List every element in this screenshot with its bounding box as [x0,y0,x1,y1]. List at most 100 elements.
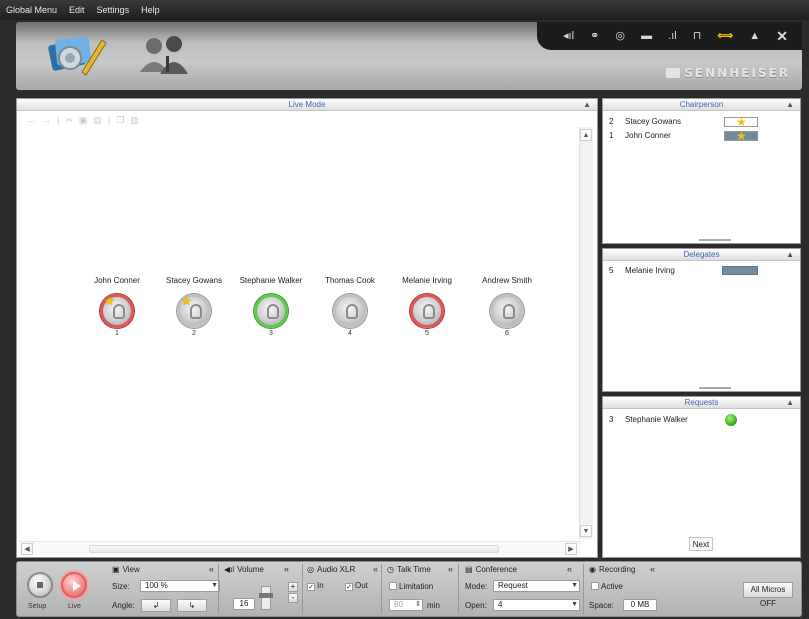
undo-icon[interactable]: ← [27,115,36,126]
delegate-5[interactable]: Melanie Irving 5 [389,276,465,337]
microphone-icon[interactable] [410,294,444,328]
microphone-icon[interactable] [490,294,524,328]
delegate-name: Melanie Irving [402,276,452,285]
conference-icon: ▤ [465,565,473,574]
vertical-scrollbar[interactable]: ▲ ▼ [579,127,593,539]
scroll-right-icon[interactable]: ▶ [565,543,577,555]
link-icon: ⚭ [590,29,600,42]
delegate-6[interactable]: Andrew Smith 6 [469,276,545,337]
recording-active-checkbox[interactable]: Active [591,582,623,591]
delegate-2[interactable]: Stacey Gowans ★ 2 [156,276,232,337]
talktime-section: ◷ Talk Time [387,565,431,574]
volume-slider[interactable] [259,586,273,610]
collapse-live-icon[interactable]: ▲ [583,99,591,111]
star-icon: ★ [736,115,747,129]
delegate-3[interactable]: Stephanie Walker 3 [233,276,309,337]
send-back-icon[interactable]: ▥ [130,115,139,126]
chair-priority-button[interactable]: ★ [724,129,758,143]
scroll-up-icon[interactable]: ▲ [580,129,592,141]
horizontal-scroll-thumb[interactable] [89,545,499,553]
mode-select[interactable]: Request ▼ [493,580,580,592]
delegate-1[interactable]: John Conner ★ 1 [79,276,155,337]
warning-icon[interactable]: ▲ [749,30,760,42]
scroll-down-icon[interactable]: ▼ [580,525,592,537]
collapse-view-icon[interactable]: « [209,564,214,574]
collapse-delegates-icon[interactable]: ▲ [786,249,794,261]
chair-priority-button[interactable]: ★ [724,115,758,129]
size-select[interactable]: 100 % ▼ [140,580,220,592]
all-micros-off-button[interactable]: All Micros OFF [743,582,793,608]
scroll-left-icon[interactable]: ◀ [21,543,33,555]
open-label: Open: [465,601,487,610]
live-mode-icon[interactable] [136,32,192,80]
talktime-unit: min [427,601,440,610]
list-item[interactable]: 2 Stacey Gowans [609,117,713,126]
rotate-right-button[interactable]: ↳ [177,599,207,612]
list-item[interactable]: 1 John Conner [609,131,713,140]
live-button[interactable] [61,572,87,598]
microphone-icon[interactable] [254,294,288,328]
collapse-conference-icon[interactable]: « [567,564,572,574]
paste-icon[interactable]: ▤ [93,115,102,126]
mode-value: Request [498,581,528,590]
menu-settings[interactable]: Settings [97,5,130,15]
view-section: ▣ View [112,565,140,574]
copy-icon[interactable]: ▣ [79,115,88,126]
audio-in-checkbox[interactable]: ✓ In [307,581,324,591]
live-label: Live [68,603,81,610]
close-icon[interactable]: ✕ [776,29,788,43]
volume-slider-knob[interactable] [259,593,273,598]
audio-title: ◎ Audio XLR [307,565,355,574]
menu-global[interactable]: Global Menu [6,5,57,15]
microphone-icon[interactable] [333,294,367,328]
lock-icon[interactable]: ⊓ [693,30,702,42]
audio-out-checkbox[interactable]: ✓ Out [345,581,368,591]
limitation-checkbox[interactable]: Limitation [389,582,433,591]
resize-handle[interactable] [699,387,731,389]
separator-icon: | [57,115,60,125]
audio-icon: ◎ [307,565,314,574]
view-icon: ▣ [112,565,120,574]
menu-help[interactable]: Help [141,5,160,15]
chevron-down-icon: ▼ [571,601,578,608]
list-item[interactable]: 5 Melanie Irving [609,266,713,275]
collapse-recording-icon[interactable]: « [650,564,655,574]
menu-edit[interactable]: Edit [69,5,85,15]
resize-handle[interactable] [699,239,731,241]
size-label: Size: [112,582,130,591]
collapse-talktime-icon[interactable]: « [448,564,453,574]
check-icon: ✓ [307,583,315,591]
seat-number: 3 [609,415,614,424]
delegate-4[interactable]: Thomas Cook 4 [312,276,388,337]
arrows-icon[interactable]: ⟺ [717,30,733,42]
speaker-icon: ◀ıl [224,565,235,574]
view-title: ▣ View [112,565,140,574]
brand-logo: SENNHEISER [666,66,790,80]
setup-mode-icon[interactable] [44,28,108,84]
recording-active-label: Active [601,582,623,591]
volume-value-field[interactable]: 16 [233,598,255,610]
list-item[interactable]: 3 Stephanie Walker [609,415,713,424]
collapse-chair-icon[interactable]: ▲ [786,99,794,111]
microphone-icon[interactable]: ★ [100,294,134,328]
horizontal-scrollbar[interactable]: ◀ ▶ [19,541,581,555]
edit-toolbar: ← → | ✂ ▣ ▤ | ❐ ▥ [27,115,139,126]
next-button[interactable]: Next [689,537,713,551]
redo-icon[interactable]: → [42,115,51,126]
cut-icon[interactable]: ✂ [65,115,73,126]
volume-up-button[interactable]: + [288,582,298,592]
collapse-volume-icon[interactable]: « [284,564,289,574]
collapse-audio-icon[interactable]: « [373,564,378,574]
microphone-icon[interactable]: ★ [177,294,211,328]
volume-down-button[interactable]: - [288,593,298,603]
live-mode-title-text: Live Mode [288,100,326,109]
requests-panel: Requests ▲ 3 Stephanie Walker Next [602,396,801,558]
collapse-requests-icon[interactable]: ▲ [786,397,794,409]
conference-section: ▤ Conference [465,565,517,574]
bring-front-icon[interactable]: ❐ [116,115,124,126]
setup-button[interactable] [27,572,53,598]
rotate-left-button[interactable]: ↲ [141,599,171,612]
open-select[interactable]: 4 ▼ [493,599,580,611]
talktime-input[interactable]: 60 ⇕ [389,599,423,611]
status-toolbar: ◂ıl ⚭ ◎ ▬ .ıl ⊓ ⟺ ▲ ✕ [537,22,802,50]
